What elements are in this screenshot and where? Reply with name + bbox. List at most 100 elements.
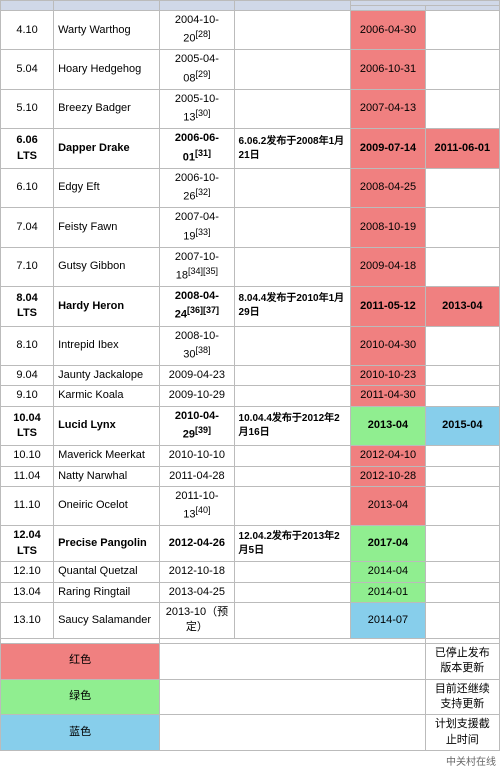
- cell-release: 2004-10-20[28]: [160, 11, 234, 50]
- cell-codename: Edgy Eft: [54, 168, 160, 207]
- cell-server: [425, 602, 499, 638]
- header-codename: [54, 1, 160, 11]
- cell-desktop: 2011-05-12: [351, 287, 425, 326]
- cell-desktop: 2014-07: [351, 602, 425, 638]
- table-row: 8.04 LTSHardy Heron2008-04-24[36][37]8.0…: [1, 287, 500, 326]
- table-row: 12.10Quantal Quetzal2012-10-182014-04: [1, 562, 500, 582]
- cell-version: 5.10: [1, 89, 54, 128]
- cell-latest: [234, 466, 351, 486]
- cell-server: 2011-06-01: [425, 129, 499, 168]
- cell-release: 2005-10-13[30]: [160, 89, 234, 128]
- table-row: 4.10Warty Warthog2004-10-20[28]2006-04-3…: [1, 11, 500, 50]
- cell-desktop: 2012-10-28: [351, 466, 425, 486]
- legend-red-meaning: 已停止发布版本更新: [425, 643, 499, 679]
- cell-codename: Natty Narwhal: [54, 466, 160, 486]
- header-release: [160, 1, 234, 11]
- cell-release: 2009-04-23: [160, 365, 234, 385]
- cell-version: 9.04: [1, 365, 54, 385]
- cell-server: [425, 386, 499, 406]
- cell-server: [425, 446, 499, 466]
- cell-latest: [234, 50, 351, 89]
- table-row: 5.04Hoary Hedgehog2005-04-08[29]2006-10-…: [1, 50, 500, 89]
- legend-item: 红色 已停止发布版本更新: [1, 643, 500, 679]
- cell-release: 2013-04-25: [160, 582, 234, 602]
- cell-latest: [234, 582, 351, 602]
- cell-desktop: 2006-04-30: [351, 11, 425, 50]
- cell-desktop: 2009-07-14: [351, 129, 425, 168]
- cell-release: 2007-04-19[33]: [160, 208, 234, 247]
- cell-release: 2011-04-28: [160, 466, 234, 486]
- cell-latest: 10.04.4发布于2012年2月16日: [234, 406, 351, 445]
- cell-server: [425, 486, 499, 525]
- cell-codename: Precise Pangolin: [54, 526, 160, 562]
- table-row: 10.10Maverick Meerkat2010-10-102012-04-1…: [1, 446, 500, 466]
- cell-server: [425, 208, 499, 247]
- cell-codename: Dapper Drake: [54, 129, 160, 168]
- cell-latest: 8.04.4发布于2010年1月29日: [234, 287, 351, 326]
- cell-codename: Maverick Meerkat: [54, 446, 160, 466]
- cell-codename: Quantal Quetzal: [54, 562, 160, 582]
- ubuntu-versions-table: 4.10Warty Warthog2004-10-20[28]2006-04-3…: [0, 0, 500, 751]
- cell-desktop: 2012-04-10: [351, 446, 425, 466]
- cell-release: 2005-04-08[29]: [160, 50, 234, 89]
- cell-desktop: 2010-04-30: [351, 326, 425, 365]
- cell-latest: [234, 386, 351, 406]
- legend-item: 绿色 目前还继续支持更新: [1, 679, 500, 715]
- cell-latest: [234, 486, 351, 525]
- cell-server: [425, 168, 499, 207]
- cell-latest: [234, 208, 351, 247]
- table-row: 13.04Raring Ringtail2013-04-25 2014-01: [1, 582, 500, 602]
- cell-desktop: 2013-04: [351, 486, 425, 525]
- header-version: [1, 1, 54, 11]
- cell-release: 2007-10-18[34][35]: [160, 247, 234, 286]
- cell-desktop: 2007-04-13: [351, 89, 425, 128]
- watermark: 中关村在线: [0, 751, 500, 770]
- table-row: 11.04Natty Narwhal2011-04-282012-10-28: [1, 466, 500, 486]
- cell-desktop: 2014-04: [351, 562, 425, 582]
- cell-release: 2010-10-10: [160, 446, 234, 466]
- cell-server: [425, 89, 499, 128]
- cell-codename: Karmic Koala: [54, 386, 160, 406]
- table-row: 13.10Saucy Salamander2013-10（预定） 2014-07: [1, 602, 500, 638]
- cell-codename: Lucid Lynx: [54, 406, 160, 445]
- cell-latest: 6.06.2发布于2008年1月21日: [234, 129, 351, 168]
- cell-desktop: 2014-01: [351, 582, 425, 602]
- cell-version: 13.10: [1, 602, 54, 638]
- cell-version: 8.10: [1, 326, 54, 365]
- table-row: 9.04Jaunty Jackalope2009-04-232010-10-23: [1, 365, 500, 385]
- cell-codename: Raring Ringtail: [54, 582, 160, 602]
- cell-codename: Hoary Hedgehog: [54, 50, 160, 89]
- cell-server: [425, 582, 499, 602]
- table-row: 7.10Gutsy Gibbon2007-10-18[34][35]2009-0…: [1, 247, 500, 286]
- legend-blue-label: 蓝色: [1, 715, 160, 751]
- cell-version: 12.04 LTS: [1, 526, 54, 562]
- cell-codename: Breezy Badger: [54, 89, 160, 128]
- cell-desktop: 2011-04-30: [351, 386, 425, 406]
- cell-desktop: 2010-10-23: [351, 365, 425, 385]
- cell-latest: 12.04.2发布于2013年2月5日: [234, 526, 351, 562]
- cell-latest: [234, 562, 351, 582]
- legend-green-label: 绿色: [1, 679, 160, 715]
- cell-codename: Intrepid Ibex: [54, 326, 160, 365]
- cell-codename: Warty Warthog: [54, 11, 160, 50]
- cell-version: 6.10: [1, 168, 54, 207]
- cell-version: 7.04: [1, 208, 54, 247]
- cell-codename: Saucy Salamander: [54, 602, 160, 638]
- legend-green-meaning: 目前还继续支持更新: [425, 679, 499, 715]
- table-row: 9.10Karmic Koala2009-10-292011-04-30: [1, 386, 500, 406]
- cell-version: 13.04: [1, 582, 54, 602]
- cell-server: 2013-04: [425, 287, 499, 326]
- cell-desktop: 2017-04: [351, 526, 425, 562]
- cell-codename: Feisty Fawn: [54, 208, 160, 247]
- cell-release: 2008-04-24[36][37]: [160, 287, 234, 326]
- cell-desktop: 2006-10-31: [351, 50, 425, 89]
- cell-release: 2006-06-01[31]: [160, 129, 234, 168]
- cell-release: 2009-10-29: [160, 386, 234, 406]
- cell-version: 10.04 LTS: [1, 406, 54, 445]
- cell-latest: [234, 11, 351, 50]
- cell-desktop: 2008-10-19: [351, 208, 425, 247]
- cell-server: [425, 11, 499, 50]
- cell-release: 2013-10（预定）: [160, 602, 234, 638]
- legend-red-label: 红色: [1, 643, 160, 679]
- legend-blue-meaning: 计划支援截止时间: [425, 715, 499, 751]
